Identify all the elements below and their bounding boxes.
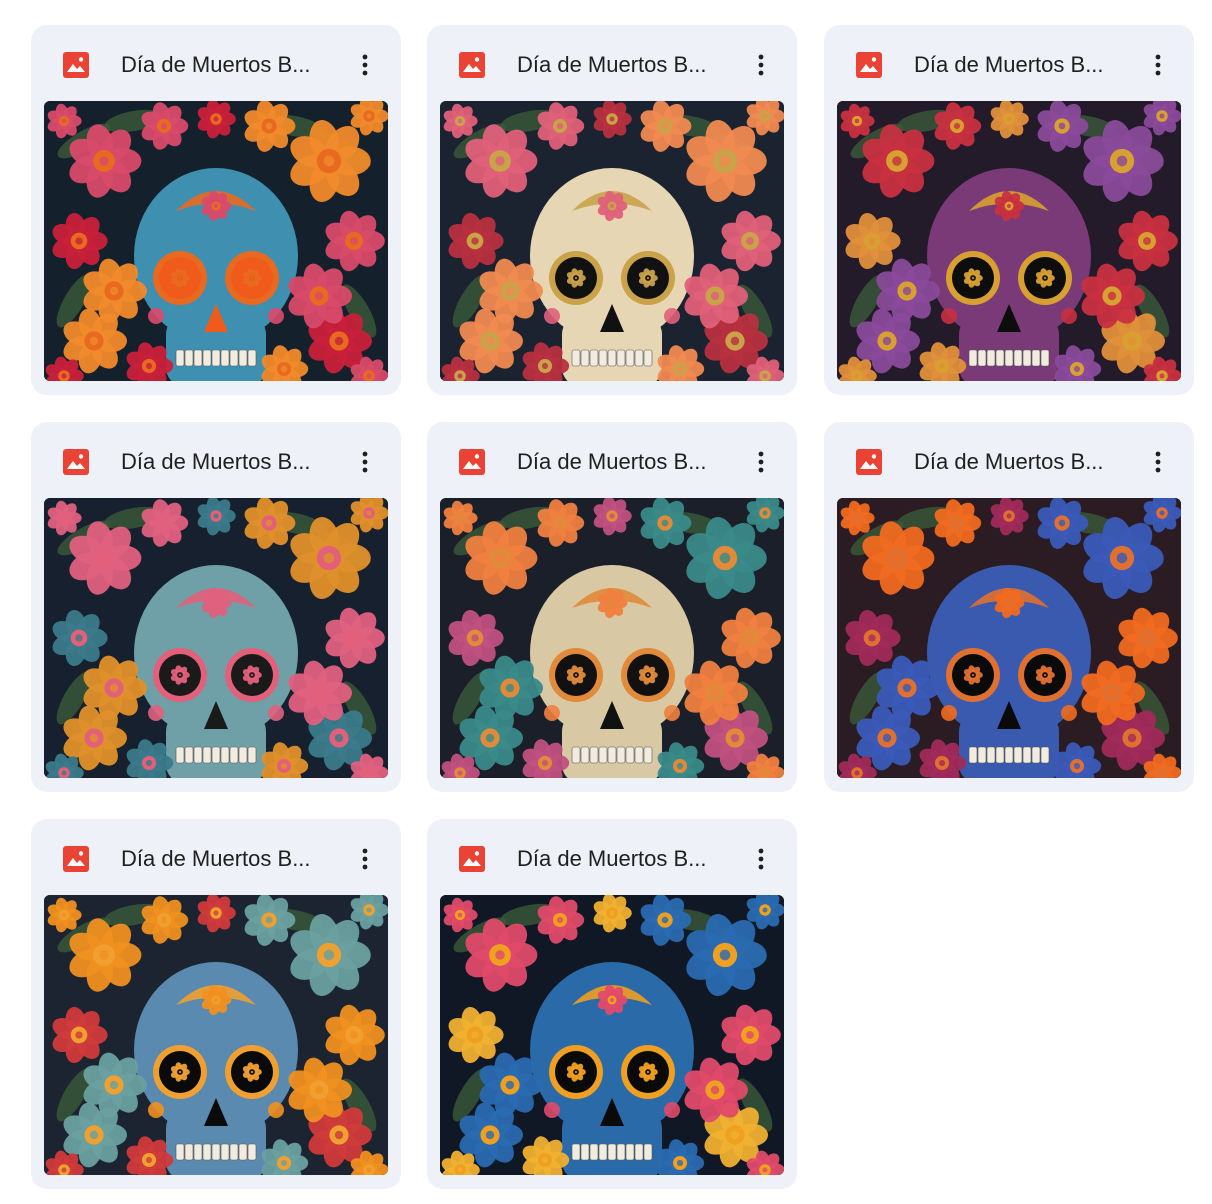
file-thumbnail[interactable] bbox=[440, 498, 784, 778]
file-grid: Día de Muertos B... Día de Muertos B... … bbox=[0, 0, 1212, 1204]
sugar-skull-artwork bbox=[44, 498, 388, 778]
file-name: Día de Muertos B... bbox=[121, 52, 311, 77]
file-card[interactable]: Día de Muertos B... bbox=[824, 25, 1194, 395]
more-options-icon[interactable] bbox=[747, 45, 775, 85]
file-card-header: Día de Muertos B... bbox=[824, 422, 1194, 500]
file-thumbnail[interactable] bbox=[44, 895, 388, 1175]
more-options-icon[interactable] bbox=[351, 442, 379, 482]
sugar-skull-artwork bbox=[837, 498, 1181, 778]
file-card-header: Día de Muertos B... bbox=[31, 422, 401, 500]
sugar-skull-artwork bbox=[440, 101, 784, 381]
file-name: Día de Muertos B... bbox=[914, 449, 1104, 474]
file-card-header: Día de Muertos B... bbox=[31, 25, 401, 103]
image-file-icon bbox=[62, 448, 90, 476]
file-name: Día de Muertos B... bbox=[517, 449, 707, 474]
file-thumbnail[interactable] bbox=[837, 101, 1181, 381]
file-name: Día de Muertos B... bbox=[914, 52, 1104, 77]
file-card-header: Día de Muertos B... bbox=[427, 819, 797, 897]
file-thumbnail[interactable] bbox=[440, 101, 784, 381]
file-name: Día de Muertos B... bbox=[121, 846, 311, 871]
file-card-header: Día de Muertos B... bbox=[824, 25, 1194, 103]
sugar-skull-artwork bbox=[837, 101, 1181, 381]
sugar-skull-artwork bbox=[44, 101, 388, 381]
more-options-icon[interactable] bbox=[747, 442, 775, 482]
more-options-icon[interactable] bbox=[351, 839, 379, 879]
file-thumbnail[interactable] bbox=[440, 895, 784, 1175]
file-card-header: Día de Muertos B... bbox=[427, 422, 797, 500]
more-options-icon[interactable] bbox=[1144, 45, 1172, 85]
file-card[interactable]: Día de Muertos B... bbox=[427, 819, 797, 1189]
image-file-icon bbox=[855, 448, 883, 476]
file-card[interactable]: Día de Muertos B... bbox=[31, 819, 401, 1189]
file-thumbnail[interactable] bbox=[44, 498, 388, 778]
more-options-icon[interactable] bbox=[747, 839, 775, 879]
file-name: Día de Muertos B... bbox=[121, 449, 311, 474]
file-name: Día de Muertos B... bbox=[517, 52, 707, 77]
sugar-skull-artwork bbox=[440, 498, 784, 778]
sugar-skull-artwork bbox=[440, 895, 784, 1175]
image-file-icon bbox=[855, 51, 883, 79]
file-name: Día de Muertos B... bbox=[517, 846, 707, 871]
image-file-icon bbox=[62, 845, 90, 873]
image-file-icon bbox=[458, 448, 486, 476]
file-card[interactable]: Día de Muertos B... bbox=[31, 422, 401, 792]
sugar-skull-artwork bbox=[44, 895, 388, 1175]
file-card[interactable]: Día de Muertos B... bbox=[427, 25, 797, 395]
file-thumbnail[interactable] bbox=[837, 498, 1181, 778]
file-thumbnail[interactable] bbox=[44, 101, 388, 381]
file-card-header: Día de Muertos B... bbox=[427, 25, 797, 103]
file-card[interactable]: Día de Muertos B... bbox=[824, 422, 1194, 792]
file-card[interactable]: Día de Muertos B... bbox=[427, 422, 797, 792]
more-options-icon[interactable] bbox=[351, 45, 379, 85]
image-file-icon bbox=[62, 51, 90, 79]
file-card[interactable]: Día de Muertos B... bbox=[31, 25, 401, 395]
image-file-icon bbox=[458, 845, 486, 873]
more-options-icon[interactable] bbox=[1144, 442, 1172, 482]
file-card-header: Día de Muertos B... bbox=[31, 819, 401, 897]
image-file-icon bbox=[458, 51, 486, 79]
